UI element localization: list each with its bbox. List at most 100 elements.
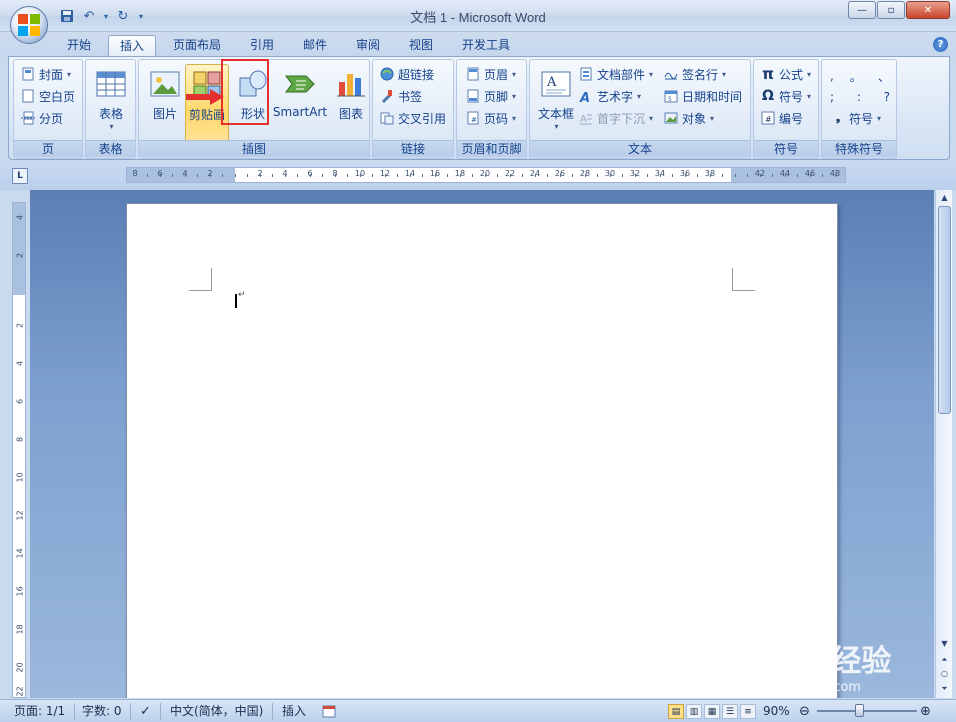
scroll-down-icon[interactable]: ▼ xyxy=(937,636,952,651)
ribbon: 封面 ▾ 空白页 分页 页 表格 ▾ 表格 图片 剪贴画 形状 SmartArt… xyxy=(8,56,950,160)
vertical-ruler[interactable]: 4 2 2 4 6 8 10 12 14 16 18 20 22 xyxy=(12,202,26,698)
cross-reference-button[interactable]: 交叉引用 xyxy=(379,108,446,128)
chart-button[interactable]: 图表 xyxy=(329,64,373,140)
equation-button[interactable]: π 公式 ▾ xyxy=(760,64,811,84)
insert-mode[interactable]: 插入 xyxy=(282,703,306,720)
ruler-tick xyxy=(822,174,823,177)
zoom-out-icon[interactable]: ⊖ xyxy=(799,703,810,720)
symbol-button[interactable]: Ω 符号 ▾ xyxy=(760,86,811,106)
ruler-tick xyxy=(159,174,161,177)
vertical-scrollbar[interactable]: ▲ ▼ ⏶ ○ ⏷ xyxy=(935,190,952,698)
horizontal-ruler[interactable]: 8642246810121416182022242628303234363842… xyxy=(126,167,846,183)
tab-review[interactable]: 审阅 xyxy=(345,35,391,57)
header-icon xyxy=(465,66,481,82)
numbering-icon: # xyxy=(760,110,776,126)
zoom-in-icon[interactable]: ⊕ xyxy=(920,703,931,720)
tab-selector-button[interactable]: L xyxy=(12,168,28,184)
ruler-tick xyxy=(347,174,348,177)
wordart-button[interactable]: A 艺术字 ▾ xyxy=(578,86,641,106)
date-time-button[interactable]: 5 日期和时间 xyxy=(663,86,742,106)
page-count[interactable]: 页面: 1/1 xyxy=(14,703,65,720)
language[interactable]: 中文(简体，中国) xyxy=(170,703,263,720)
ruler-number: 2 xyxy=(15,322,25,329)
tab-page-layout[interactable]: 页面布局 xyxy=(162,35,232,57)
ruler-tick xyxy=(684,174,686,177)
tab-insert[interactable]: 插入 xyxy=(108,35,157,57)
cover-page-button[interactable]: 封面 ▾ xyxy=(20,64,71,84)
blank-page-button[interactable]: 空白页 xyxy=(20,86,75,106)
bookmark-button[interactable]: 书签 xyxy=(379,86,422,106)
ruler-tick xyxy=(809,174,811,177)
shapes-button[interactable]: 形状 xyxy=(231,64,275,140)
picture-button[interactable]: 图片 xyxy=(143,64,187,140)
ruler-tick xyxy=(209,174,211,177)
chart-icon xyxy=(335,68,367,100)
full-screen-reading-icon[interactable]: ▥ xyxy=(686,704,702,719)
comma-char[interactable]: , xyxy=(830,69,834,83)
smartart-button[interactable]: SmartArt xyxy=(273,64,327,140)
zoom-slider[interactable] xyxy=(817,710,917,712)
page-number-button[interactable]: # 页码 ▾ xyxy=(465,108,516,128)
period-char[interactable]: 。 xyxy=(850,68,862,85)
group-links: 超链接 书签 交叉引用 链接 xyxy=(372,59,454,159)
footer-button[interactable]: 页脚 ▾ xyxy=(465,86,516,106)
document-page[interactable]: ↵ xyxy=(126,203,838,698)
signature-line-button[interactable]: 签名行 ▾ xyxy=(663,64,726,84)
semicolon-char[interactable]: ; xyxy=(830,90,834,104)
outline-view-icon[interactable]: ☰ xyxy=(722,704,738,719)
drop-cap-button[interactable]: A 首字下沉 ▾ xyxy=(578,108,653,128)
next-page-icon[interactable]: ⏷ xyxy=(937,681,952,696)
ruler-tick xyxy=(397,174,398,177)
zoom-slider-knob[interactable] xyxy=(855,704,864,717)
print-layout-view-icon[interactable]: ▤ xyxy=(668,704,684,719)
group-label-links: 链接 xyxy=(373,140,453,157)
zoom-level[interactable]: 90% xyxy=(763,703,790,720)
tab-developer[interactable]: 开发工具 xyxy=(451,35,521,57)
text-box-button[interactable]: A 文本框 ▾ xyxy=(534,64,578,140)
hyperlink-button[interactable]: 超链接 xyxy=(379,64,434,84)
question-char[interactable]: ? xyxy=(884,90,890,104)
tab-view[interactable]: 视图 xyxy=(398,35,444,57)
browse-object-icon[interactable]: ○ xyxy=(937,666,952,681)
ruler-number: 4 xyxy=(15,214,25,221)
ruler-tick xyxy=(272,174,273,177)
chevron-down-icon: ▾ xyxy=(512,91,517,101)
scroll-thumb[interactable] xyxy=(938,206,951,414)
numbering-button[interactable]: # 编号 xyxy=(760,108,803,128)
tab-references[interactable]: 引用 xyxy=(239,35,285,57)
enumeration-comma-char[interactable]: 、 xyxy=(878,68,890,85)
header-button[interactable]: 页眉 ▾ xyxy=(465,64,516,84)
proofing-icon[interactable]: ✓ xyxy=(140,703,151,720)
tab-mailings[interactable]: 邮件 xyxy=(292,35,338,57)
tab-home[interactable]: 开始 xyxy=(56,35,102,57)
maximize-button[interactable]: ▫ xyxy=(877,1,905,19)
table-button[interactable]: 表格 ▾ xyxy=(89,64,133,140)
baidu-watermark: Baidu经验 jingyan.baidu.com xyxy=(735,636,891,695)
page-break-button[interactable]: 分页 xyxy=(20,108,63,128)
scroll-up-icon[interactable]: ▲ xyxy=(937,190,952,205)
ruler-tick xyxy=(772,174,773,177)
draft-view-icon[interactable]: ≡ xyxy=(740,704,756,719)
previous-page-icon[interactable]: ⏶ xyxy=(937,652,952,667)
text-box-label: 文本框 xyxy=(537,107,574,121)
word-count[interactable]: 字数: 0 xyxy=(82,703,122,720)
close-button[interactable]: ✕ xyxy=(906,1,950,19)
minimize-button[interactable]: — xyxy=(848,1,876,19)
colon-char[interactable]: : xyxy=(857,90,861,104)
ruler-tick xyxy=(722,174,723,177)
quick-parts-button[interactable]: 文档部件 ▾ xyxy=(578,64,653,84)
footer-icon xyxy=(465,88,481,104)
smartart-label: SmartArt xyxy=(272,105,328,119)
web-layout-icon[interactable]: ▦ xyxy=(704,704,720,719)
picture-icon xyxy=(149,68,181,100)
group-header-footer: 页眉 ▾ 页脚 ▾ # 页码 ▾ 页眉和页脚 xyxy=(456,59,527,159)
office-button[interactable] xyxy=(10,6,48,44)
chevron-down-icon: ▾ xyxy=(722,69,727,79)
help-icon[interactable]: ? xyxy=(933,37,948,52)
paragraph-mark-icon: ↵ xyxy=(238,290,246,300)
more-symbols-button[interactable]: ❟ 符号 ▾ xyxy=(830,108,881,128)
divider xyxy=(160,703,161,720)
smartart-icon xyxy=(284,68,316,100)
object-button[interactable]: 对象 ▾ xyxy=(663,108,714,128)
macro-record-icon[interactable] xyxy=(322,703,336,720)
